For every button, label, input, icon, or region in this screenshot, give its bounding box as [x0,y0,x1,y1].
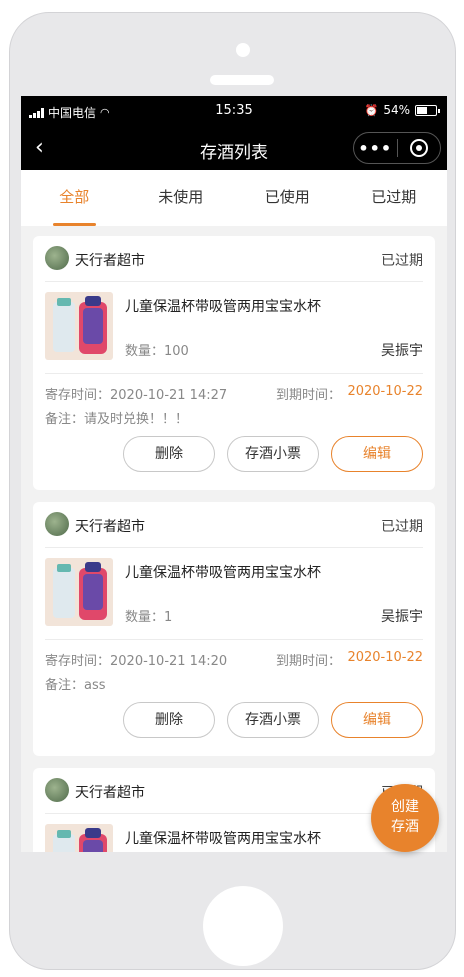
store-avatar [45,246,69,270]
battery-percent: 54% [383,103,410,117]
status-badge: 已过期 [381,519,423,535]
product-name: 儿童保温杯带吸管两用宝宝水杯 [125,831,321,847]
store-name: 天行者超市 [75,785,145,801]
edit-button[interactable]: 编辑 [331,436,423,472]
store-avatar [45,512,69,536]
owner-name: 吴振宇 [381,343,423,359]
nav-bar: ‹ 存酒列表 ••• [21,126,447,170]
store-name: 天行者超市 [75,253,145,269]
remark: 备注：ass [45,678,106,693]
receipt-button[interactable]: 存酒小票 [227,436,319,472]
tab-used[interactable]: 已使用 [234,170,341,226]
tab-all[interactable]: 全部 [21,170,128,226]
create-button-line2: 存酒 [391,819,419,835]
product-image [45,558,113,626]
deposit-time: 寄存时间：2020-10-21 14:27 [45,388,228,403]
product-name: 儿童保温杯带吸管两用宝宝水杯 [125,299,321,315]
app-screen: 中国电信 ◠ 15:35 ⏰ 54% ‹ 存酒列表 ••• 全部 未使用 已使用… [21,96,447,852]
close-miniprogram-button[interactable] [397,139,440,157]
store-avatar [45,778,69,802]
filter-tabs: 全部 未使用 已使用 已过期 [21,170,447,226]
product-image [45,292,113,360]
quantity-label: 数量：1 [125,610,173,625]
home-button[interactable] [203,886,283,966]
deposit-card[interactable]: 天行者超市 已过期 儿童保温杯带吸管两用宝宝水杯 数量：100 吴振宇 寄存时间… [33,236,435,490]
store-name: 天行者超市 [75,519,145,535]
more-icon[interactable]: ••• [354,139,397,158]
receipt-button[interactable]: 存酒小票 [227,702,319,738]
miniprogram-capsule: ••• [353,132,441,164]
status-bar: 中国电信 ◠ 15:35 ⏰ 54% [21,96,447,126]
expire-date: 2020-10-22 [347,650,423,665]
expire-date: 2020-10-22 [347,384,423,399]
tab-unused[interactable]: 未使用 [128,170,235,226]
product-image [45,824,113,852]
deposit-time: 寄存时间：2020-10-21 14:20 [45,654,228,669]
edit-button[interactable]: 编辑 [331,702,423,738]
create-deposit-button[interactable]: 创建 存酒 [371,784,439,852]
create-button-line1: 创建 [391,799,419,815]
earpiece-speaker [210,75,274,85]
delete-button[interactable]: 删除 [123,436,215,472]
deposit-card[interactable]: 天行者超市 已过期 儿童保温杯带吸管两用宝宝水杯 数量：1 吴振宇 寄存时间：2… [33,502,435,756]
status-badge: 已过期 [381,253,423,269]
expire-label: 到期时间： [275,388,341,403]
delete-button[interactable]: 删除 [123,702,215,738]
tab-expired[interactable]: 已过期 [341,170,448,226]
owner-name: 吴振宇 [381,609,423,625]
quantity-label: 数量：100 [125,344,189,359]
battery-icon [415,104,440,116]
product-name: 儿童保温杯带吸管两用宝宝水杯 [125,565,321,581]
remark: 备注：请及时兑换！！！ [45,412,189,427]
front-camera [236,43,250,57]
alarm-icon: ⏰ [364,103,379,117]
target-icon [409,139,428,157]
expire-label: 到期时间： [275,654,341,669]
